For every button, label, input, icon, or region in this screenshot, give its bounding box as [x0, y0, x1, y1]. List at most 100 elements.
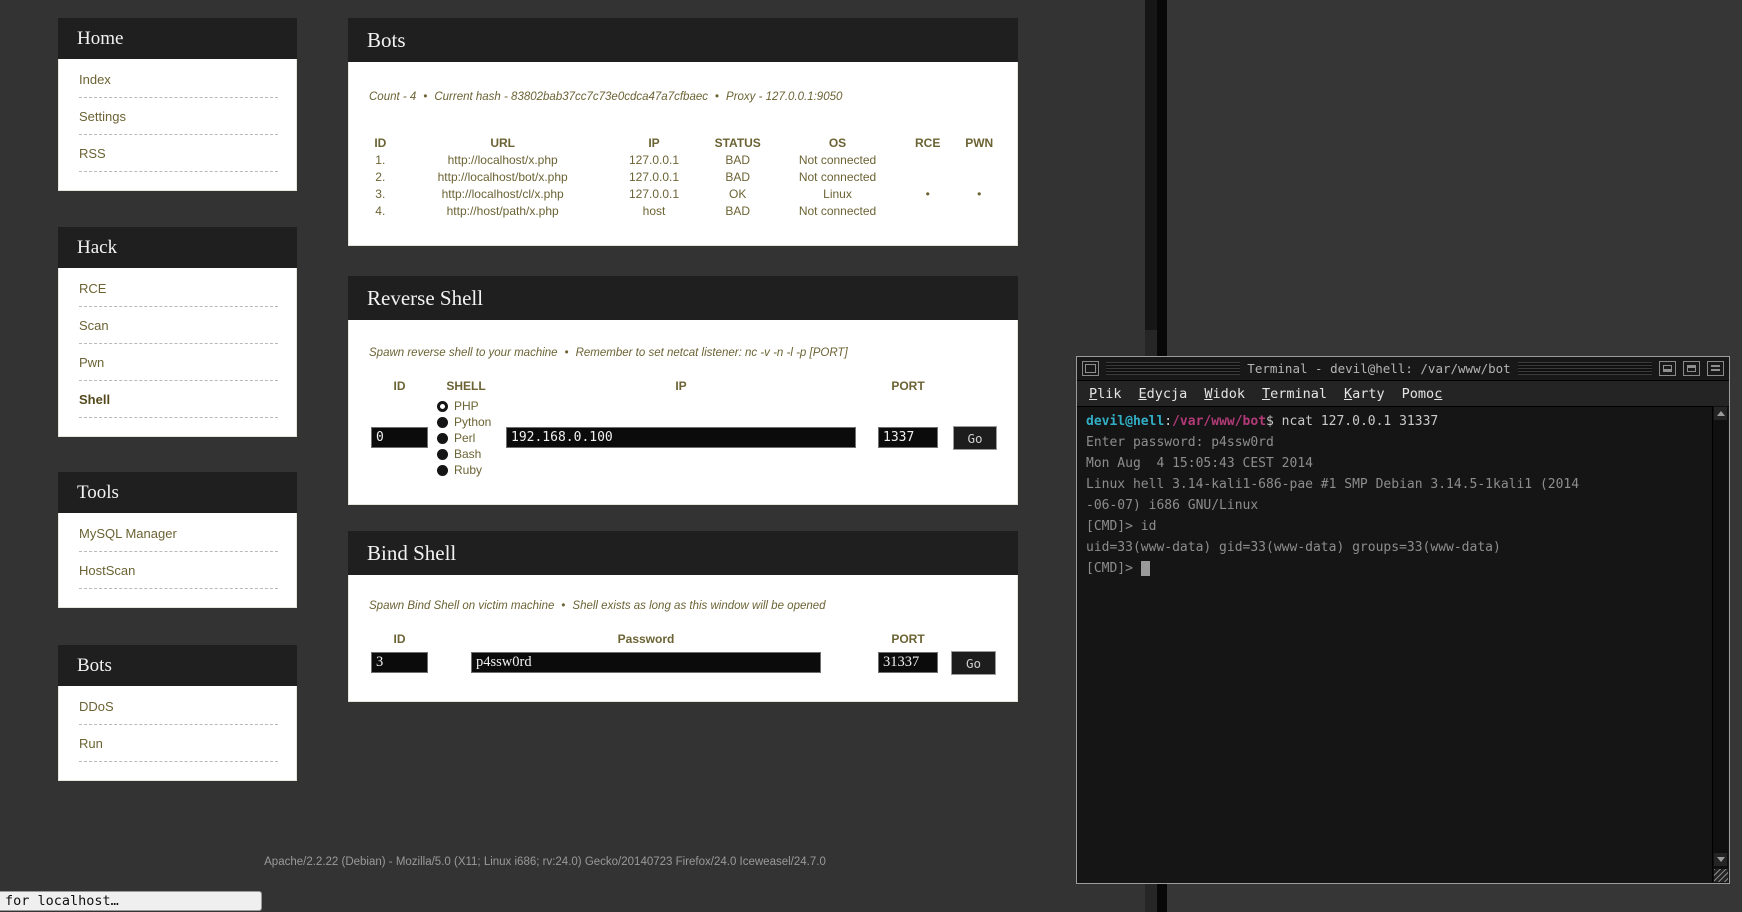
bots-panel-title: Bots: [348, 18, 1018, 62]
bots-table: ID URL IP STATUS OS RCE PWN 1. http://lo…: [361, 134, 1005, 219]
reverse-port-input[interactable]: [878, 427, 938, 448]
sidebar-item-run[interactable]: Run: [79, 725, 278, 762]
terminal-line: Mon Aug 4 15:05:43 CEST 2014: [1086, 453, 1713, 474]
col-header-url: URL: [400, 134, 606, 151]
radio-option-python[interactable]: Python: [437, 414, 491, 430]
radio-label: PHP: [454, 399, 479, 413]
titlebar-ridge: [1106, 362, 1240, 375]
terminal-titlebar[interactable]: Terminal - devil@hell: /var/www/bot: [1077, 357, 1729, 381]
bind-port-input[interactable]: [878, 652, 938, 673]
sidebar-item-index[interactable]: Index: [79, 61, 278, 98]
prompt-text: [CMD]>: [1086, 561, 1141, 576]
cell-status: OK: [702, 185, 773, 202]
col-header-status: STATUS: [702, 134, 773, 151]
terminal-scrollbar[interactable]: [1712, 406, 1728, 882]
window-menu-button[interactable]: [1082, 361, 1099, 376]
sidebar-item-shell[interactable]: Shell: [79, 381, 278, 418]
window-resize-grip[interactable]: [1714, 869, 1728, 882]
bots-meta-line: Count - 4•Current hash - 83802bab37cc7c7…: [369, 91, 1005, 103]
cell-id: 2.: [361, 168, 400, 185]
menu-edycja[interactable]: Edycja: [1139, 386, 1188, 402]
bind-go-button[interactable]: Go: [951, 651, 996, 675]
radio-icon[interactable]: [437, 417, 448, 428]
prompt-command: $ ncat 127.0.0.1 31337: [1266, 414, 1438, 429]
label-port: PORT: [878, 632, 938, 646]
menu-terminal[interactable]: Terminal: [1262, 386, 1327, 402]
terminal-window-title: Terminal - devil@hell: /var/www/bot: [1247, 361, 1510, 376]
radio-icon[interactable]: [437, 401, 448, 412]
label-id: ID: [371, 379, 428, 393]
radio-icon[interactable]: [437, 465, 448, 476]
browser-scrollbar-thumb[interactable]: [1145, 0, 1157, 330]
section-title-text: Bots: [77, 655, 112, 677]
cell-status: BAD: [702, 202, 773, 219]
table-row: 2. http://localhost/bot/x.php 127.0.0.1 …: [361, 168, 1005, 185]
cell-status: BAD: [702, 151, 773, 168]
panel-title-text: Reverse Shell: [367, 286, 483, 311]
cell-ip: 127.0.0.1: [606, 185, 703, 202]
cell-os: Not connected: [773, 168, 902, 185]
terminal-output[interactable]: devil@hell:/var/www/bot$ ncat 127.0.0.1 …: [1078, 406, 1713, 882]
scroll-up-button[interactable]: [1714, 407, 1727, 420]
close-button[interactable]: [1707, 361, 1724, 376]
prompt-separator: :: [1164, 414, 1172, 429]
cell-pwn: [953, 202, 1005, 219]
panel-title-text: Bind Shell: [367, 541, 456, 566]
reverse-go-button[interactable]: Go: [953, 426, 997, 450]
bullet-separator: •: [416, 91, 434, 103]
cell-url[interactable]: http://localhost/x.php: [400, 151, 606, 168]
bullet-separator: •: [554, 600, 572, 612]
label-shell: SHELL: [427, 379, 505, 393]
sidebar-item-hostscan[interactable]: HostScan: [79, 552, 278, 589]
section-title-bots: Bots: [58, 645, 297, 686]
cell-url[interactable]: http://host/path/x.php: [400, 202, 606, 219]
reverse-shell-meta: Spawn reverse shell to your machine•Reme…: [369, 347, 1005, 359]
sidebar-item-rss[interactable]: RSS: [79, 135, 278, 172]
reverse-id-input[interactable]: [371, 427, 428, 448]
cell-pwn: •: [953, 185, 1005, 202]
maximize-icon: [1687, 365, 1696, 372]
sidebar-item-settings[interactable]: Settings: [79, 98, 278, 135]
sidebar-item-rce[interactable]: RCE: [79, 270, 278, 307]
bots-table-wrap: ID URL IP STATUS OS RCE PWN 1. http://lo…: [361, 134, 1005, 219]
cell-id: 4.: [361, 202, 400, 219]
sidebar-item-scan[interactable]: Scan: [79, 307, 278, 344]
bots-panel: Bots Count - 4•Current hash - 83802bab37…: [348, 18, 1018, 246]
terminal-line: Enter password: p4ssw0rd: [1086, 432, 1713, 453]
terminal-window: Terminal - devil@hell: /var/www/bot Plik…: [1076, 356, 1730, 884]
cell-url[interactable]: http://localhost/cl/x.php: [400, 185, 606, 202]
scroll-down-button[interactable]: [1714, 853, 1727, 866]
radio-option-php[interactable]: PHP: [437, 398, 491, 414]
menu-pomoc[interactable]: Pomoc: [1402, 386, 1443, 402]
radio-option-bash[interactable]: Bash: [437, 446, 491, 462]
menu-widok[interactable]: Widok: [1204, 386, 1245, 402]
sidebar-item-ddos[interactable]: DDoS: [79, 688, 278, 725]
radio-option-ruby[interactable]: Ruby: [437, 462, 491, 478]
prompt-path: /var/www/bot: [1172, 414, 1266, 429]
sidebar-item-mysql-manager[interactable]: MySQL Manager: [79, 515, 278, 552]
bind-id-input[interactable]: [371, 652, 428, 673]
terminal-line: -06-07) i686 GNU/Linux: [1086, 495, 1713, 516]
radio-icon[interactable]: [437, 449, 448, 460]
maximize-button[interactable]: [1683, 361, 1700, 376]
cell-id: 3.: [361, 185, 400, 202]
radio-icon[interactable]: [437, 433, 448, 444]
menu-karty[interactable]: Karty: [1344, 386, 1385, 402]
bots-proxy: Proxy - 127.0.0.1:9050: [726, 91, 842, 103]
reverse-ip-input[interactable]: [506, 427, 856, 448]
terminal-menubar: Plik Edycja Widok Terminal Karty Pomoc: [1077, 381, 1729, 407]
cell-url[interactable]: http://localhost/bot/x.php: [400, 168, 606, 185]
sidebar-item-pwn[interactable]: Pwn: [79, 344, 278, 381]
window-menu-icon: [1085, 364, 1096, 373]
reverse-shell-title: Reverse Shell: [348, 276, 1018, 320]
browser-status-tooltip: for localhost…: [0, 891, 262, 911]
server-footer-text: Apache/2.2.22 (Debian) - Mozilla/5.0 (X1…: [0, 856, 1090, 868]
bind-password-input[interactable]: [471, 652, 821, 673]
minimize-button[interactable]: [1659, 361, 1676, 376]
section-body: DDoS Run: [59, 686, 296, 780]
cell-os: Not connected: [773, 151, 902, 168]
menu-plik[interactable]: Plik: [1089, 386, 1122, 402]
radio-option-perl[interactable]: Perl: [437, 430, 491, 446]
browser-page: Home Index Settings RSS Hack RCE Scan Pw…: [0, 0, 1145, 912]
close-icon: [1711, 365, 1720, 372]
